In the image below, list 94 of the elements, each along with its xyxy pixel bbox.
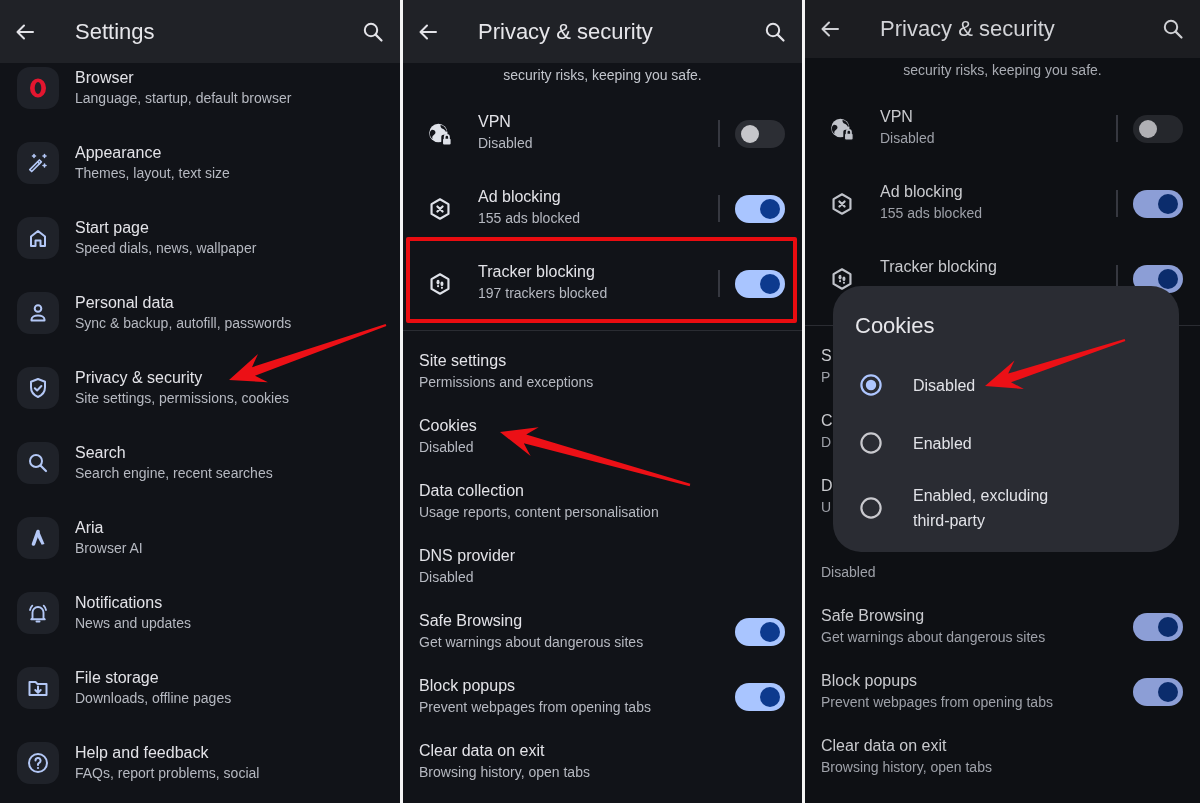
- intro-text: security risks, keeping you safe.: [903, 61, 1102, 79]
- setting-summary: U: [821, 498, 832, 517]
- intro-text: security risks, keeping you safe.: [503, 66, 702, 84]
- help-icon: [17, 742, 59, 784]
- setting-title[interactable]: Data collection: [419, 480, 524, 502]
- search-icon: [17, 442, 59, 484]
- setting-summary: Disabled: [478, 134, 533, 153]
- setting-title[interactable]: Block popups: [419, 675, 516, 697]
- setting-summary: 155 ads blocked: [880, 204, 982, 223]
- setting-title[interactable]: VPN: [880, 106, 913, 128]
- setting-title[interactable]: Clear data on exit: [821, 735, 947, 757]
- hexagon-x-icon: [427, 195, 453, 222]
- setting-summary: Permissions and exceptions: [419, 373, 594, 392]
- bell-icon: [17, 592, 59, 634]
- radio-button[interactable]: [860, 497, 882, 519]
- setting-title[interactable]: Site settings: [419, 350, 507, 372]
- hexagon-x-icon: [829, 190, 855, 217]
- toggle-switch[interactable]: [735, 194, 785, 223]
- setting-title[interactable]: VPN: [478, 111, 511, 133]
- setting-title[interactable]: Ad blocking: [880, 181, 963, 203]
- option-label[interactable]: Disabled: [913, 372, 976, 398]
- toggle-switch[interactable]: [1133, 189, 1183, 218]
- option-label[interactable]: Enabled: [913, 430, 972, 456]
- dialog-title: Cookies: [855, 312, 935, 340]
- setting-title[interactable]: S: [821, 345, 832, 367]
- a-mark-icon: [17, 517, 59, 559]
- setting-title[interactable]: Block popups: [821, 670, 918, 692]
- shield-check-icon: [17, 367, 59, 409]
- setting-summary: Disabled: [419, 438, 474, 457]
- setting-summary: News and updates: [75, 614, 191, 633]
- screen-title: Privacy & security: [880, 15, 1055, 43]
- home-icon: [17, 217, 59, 259]
- setting-summary: Site settings, permissions, cookies: [75, 389, 289, 408]
- toggle-switch[interactable]: [1133, 677, 1183, 706]
- radio-button[interactable]: [860, 432, 882, 454]
- toggle-switch[interactable]: [735, 269, 785, 298]
- setting-title[interactable]: Clear data on exit: [419, 740, 545, 762]
- person-icon: [17, 292, 59, 334]
- toggle-switch[interactable]: [735, 119, 785, 148]
- setting-summary: Themes, layout, text size: [75, 164, 230, 183]
- setting-summary: Prevent webpages from opening tabs: [821, 693, 1053, 712]
- folder-download-icon: [17, 667, 59, 709]
- setting-title[interactable]: Tracker blocking: [478, 261, 595, 283]
- setting-summary: Speed dials, news, wallpaper: [75, 239, 257, 258]
- setting-title[interactable]: Privacy & security: [75, 368, 203, 388]
- setting-summary: Language, startup, default browser: [75, 89, 292, 108]
- setting-summary: Browsing history, open tabs: [821, 758, 992, 777]
- setting-title[interactable]: C: [821, 410, 833, 432]
- setting-title[interactable]: Appearance: [75, 143, 162, 163]
- setting-title[interactable]: Cookies: [419, 415, 477, 437]
- setting-title[interactable]: File storage: [75, 668, 159, 688]
- magic-wand-icon: [17, 142, 59, 184]
- setting-summary: Usage reports, content personalisation: [419, 503, 659, 522]
- setting-summary: Browsing history, open tabs: [419, 763, 590, 782]
- setting-title[interactable]: Notifications: [75, 593, 163, 613]
- search-icon[interactable]: [1161, 17, 1185, 41]
- setting-summary: Downloads, offline pages: [75, 689, 232, 708]
- toggle-switch[interactable]: [735, 617, 785, 646]
- screen-title: Settings: [75, 17, 155, 46]
- hexagon-footprints-icon: [829, 265, 855, 292]
- screen-title: Privacy & security: [478, 17, 653, 46]
- setting-title[interactable]: Ad blocking: [478, 186, 561, 208]
- toggle-switch[interactable]: [735, 682, 785, 711]
- setting-title[interactable]: Tracker blocking: [880, 256, 997, 278]
- setting-title[interactable]: Personal data: [75, 293, 174, 313]
- setting-summary: 155 ads blocked: [478, 209, 580, 228]
- setting-title[interactable]: Start page: [75, 218, 149, 238]
- setting-summary: 197 trackers blocked: [478, 284, 608, 303]
- ring-logo-icon: [17, 67, 59, 109]
- setting-title[interactable]: Safe Browsing: [821, 605, 925, 627]
- setting-title[interactable]: Aria: [75, 518, 104, 538]
- setting-summary: Search engine, recent searches: [75, 464, 273, 483]
- setting-title[interactable]: Search: [75, 443, 126, 463]
- setting-summary: Disabled: [880, 129, 935, 148]
- setting-title[interactable]: Safe Browsing: [419, 610, 523, 632]
- setting-summary: Browser AI: [75, 539, 143, 558]
- setting-title[interactable]: Help and feedback: [75, 743, 209, 763]
- setting-title[interactable]: DNS provider: [419, 545, 516, 567]
- radio-button[interactable]: [860, 374, 882, 396]
- setting-summary: Disabled: [419, 568, 474, 587]
- setting-title[interactable]: D: [821, 475, 833, 497]
- setting-summary: FAQs, report problems, social: [75, 764, 260, 783]
- option-label[interactable]: Enabled, excluding third-party: [913, 483, 1088, 533]
- setting-summary: Prevent webpages from opening tabs: [419, 698, 651, 717]
- setting-summary: Get warnings about dangerous sites: [419, 633, 644, 652]
- setting-summary: Sync & backup, autofill, passwords: [75, 314, 292, 333]
- setting-title[interactable]: Browser: [75, 68, 134, 88]
- toggle-switch[interactable]: [1133, 114, 1183, 143]
- setting-summary: P: [821, 368, 831, 387]
- setting-summary: Disabled: [821, 563, 876, 582]
- setting-summary: D: [821, 433, 832, 452]
- setting-summary: Get warnings about dangerous sites: [821, 628, 1046, 647]
- toggle-switch[interactable]: [1133, 612, 1183, 641]
- hexagon-footprints-icon: [427, 270, 453, 297]
